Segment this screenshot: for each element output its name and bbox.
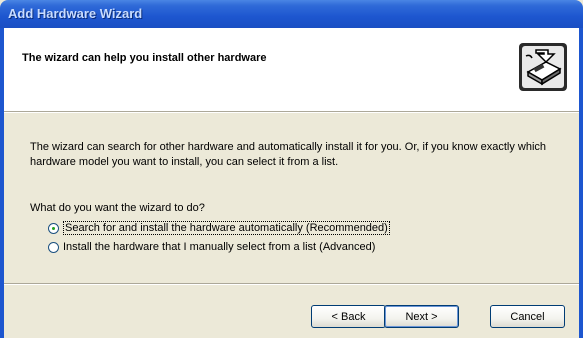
radio-selected-icon[interactable] xyxy=(48,222,59,234)
back-button[interactable]: < Back xyxy=(311,305,386,328)
next-button[interactable]: Next > xyxy=(384,305,459,328)
footer-divider xyxy=(4,283,579,285)
window-title: Add Hardware Wizard xyxy=(8,6,143,21)
cancel-button[interactable]: Cancel xyxy=(490,305,565,328)
wizard-question: What do you want the wizard to do? xyxy=(30,202,205,214)
add-hardware-wizard-window: Add Hardware Wizard The wizard can help … xyxy=(0,0,583,338)
title-bar[interactable]: Add Hardware Wizard xyxy=(0,0,583,28)
option-label[interactable]: Search for and install the hardware auto… xyxy=(63,221,390,235)
hardware-wizard-icon xyxy=(518,42,568,92)
option-install-manually[interactable]: Install the hardware that I manually sel… xyxy=(48,239,375,255)
wizard-description: The wizard can search for other hardware… xyxy=(30,141,547,168)
header-title: The wizard can help you install other ha… xyxy=(22,52,267,64)
option-label[interactable]: Install the hardware that I manually sel… xyxy=(63,241,375,253)
option-search-automatically[interactable]: Search for and install the hardware auto… xyxy=(48,220,390,236)
wizard-header: The wizard can help you install other ha… xyxy=(4,28,579,111)
wizard-body: The wizard can search for other hardware… xyxy=(4,113,579,283)
window-border-right xyxy=(579,28,583,338)
radio-unselected-icon[interactable] xyxy=(48,241,59,253)
